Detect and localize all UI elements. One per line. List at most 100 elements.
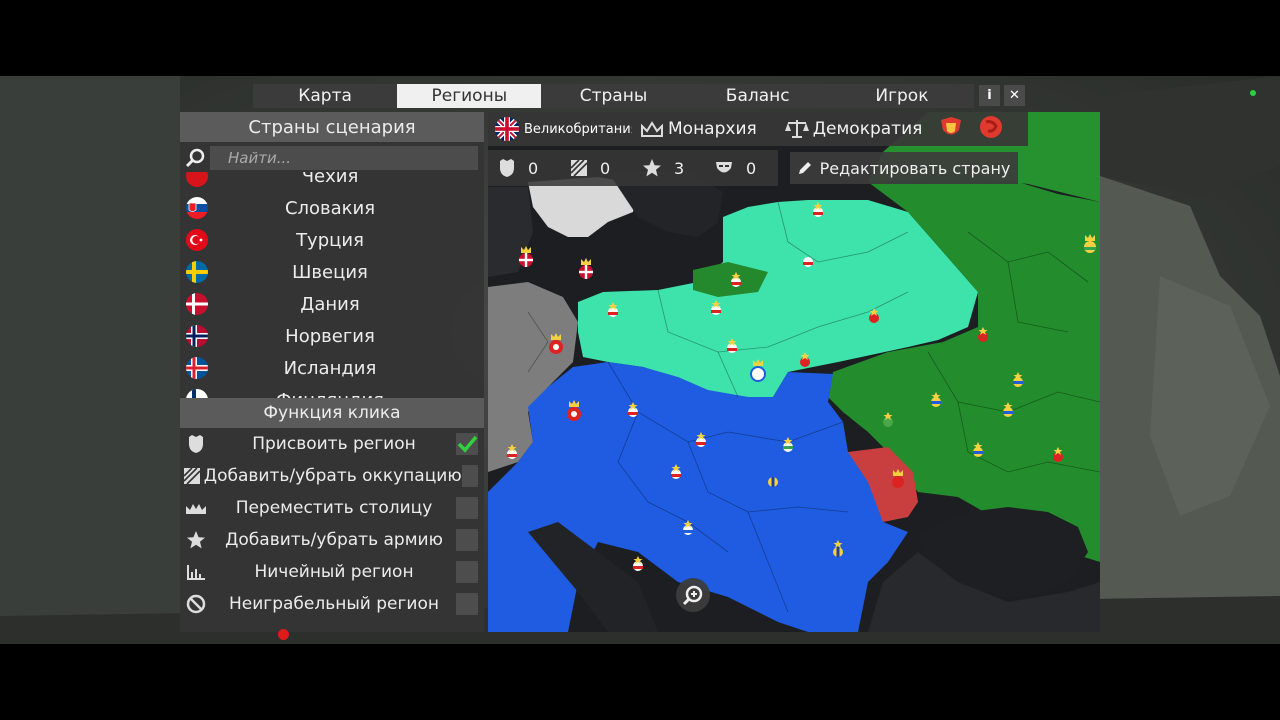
tr-flag-icon	[186, 229, 208, 251]
star-icon	[180, 530, 212, 550]
func-neutral-region[interactable]: Ничейный регион	[180, 556, 484, 588]
country-name: Норвегия	[285, 325, 375, 347]
stat-value: 3	[674, 158, 685, 178]
leader-icon[interactable]	[938, 114, 964, 144]
is-flag-icon	[186, 357, 208, 379]
occupation-icon	[570, 159, 588, 177]
stat-agents: 0	[704, 159, 776, 178]
zoom-button[interactable]	[676, 578, 710, 612]
country-name: Швеция	[292, 261, 368, 283]
shield-icon	[500, 159, 514, 177]
occupation-checkbox[interactable]	[461, 465, 478, 487]
country-name: Словакия	[284, 197, 376, 219]
army-checkbox[interactable]	[456, 529, 478, 551]
country-name: Дания	[300, 293, 360, 315]
capital-marker[interactable]	[519, 246, 533, 267]
func-move-capital[interactable]: Переместить столицу	[180, 492, 484, 524]
army-marker[interactable]	[768, 477, 778, 487]
crown-icon	[640, 120, 664, 138]
uk-flag-icon	[495, 117, 519, 141]
map-view[interactable]: Великобритания Монархия Демократия 0 0 3…	[488, 112, 1100, 632]
no-flag-icon	[186, 325, 208, 347]
window-controls: i ✕	[979, 85, 1025, 106]
scenario-panel: Страны сценария Чехия Словакия Турция	[180, 112, 484, 632]
touch-indicator	[278, 629, 289, 640]
occupation-icon	[180, 467, 204, 485]
neutral-icon	[180, 564, 212, 580]
country-name: Чехия	[301, 172, 359, 187]
capital-marker[interactable]	[750, 359, 766, 382]
crown-icon	[180, 501, 212, 515]
ideology-label: Демократия	[812, 119, 923, 139]
func-label: Переместить столицу	[235, 498, 433, 518]
stat-regions: 0	[488, 158, 560, 178]
ideology-type[interactable]: Демократия	[784, 119, 923, 139]
func-unplayable-region[interactable]: Неиграбельный регион	[180, 588, 484, 620]
pencil-icon	[798, 162, 811, 174]
check-icon	[457, 435, 478, 453]
government-label: Монархия	[668, 119, 757, 139]
tab-player[interactable]: Игрок	[830, 84, 974, 108]
capital-marker[interactable]	[549, 333, 563, 354]
search-row	[180, 144, 484, 172]
list-item[interactable]: Швеция	[180, 256, 480, 288]
func-label: Добавить/убрать армию	[225, 530, 443, 550]
fi-flag-icon	[186, 389, 208, 398]
forbidden-icon	[180, 594, 212, 614]
tab-countries[interactable]: Страны	[541, 84, 685, 108]
tab-balance[interactable]: Баланс	[686, 84, 830, 108]
capital-marker[interactable]	[567, 400, 581, 421]
sk-flag-icon	[186, 197, 208, 219]
unplayable-checkbox[interactable]	[456, 593, 478, 615]
stat-value: 0	[746, 158, 757, 178]
func-assign-region[interactable]: Присвоить регион	[180, 428, 484, 460]
search-icon	[180, 148, 210, 168]
list-item[interactable]: Дания	[180, 288, 480, 320]
se-flag-icon	[186, 261, 208, 283]
assign-region-checkbox[interactable]	[456, 433, 478, 455]
country-info-bar: Великобритания Монархия Демократия	[488, 112, 1028, 146]
europe-map[interactable]	[488, 112, 1100, 632]
country-list[interactable]: Чехия Словакия Турция Швеция Дания Норве…	[180, 172, 484, 398]
list-item[interactable]: Словакия	[180, 192, 480, 224]
click-function-title: Функция клика	[180, 398, 484, 428]
edit-country-button[interactable]: Редактировать страну	[790, 152, 1018, 184]
list-item[interactable]: Финляндия	[180, 384, 480, 398]
search-input[interactable]	[210, 146, 478, 170]
government-type[interactable]: Монархия	[640, 119, 757, 139]
mask-icon	[716, 162, 732, 173]
info-icon[interactable]: i	[979, 85, 1000, 106]
move-capital-checkbox[interactable]	[456, 497, 478, 519]
capital-marker[interactable]	[579, 258, 593, 279]
close-icon[interactable]: ✕	[1004, 85, 1025, 106]
list-item[interactable]: Исландия	[180, 352, 480, 384]
zoom-icon	[682, 585, 703, 606]
selected-country-name[interactable]: Великобритания	[524, 122, 632, 137]
army-marker[interactable]	[803, 257, 813, 267]
capital-marker[interactable]	[1084, 234, 1096, 253]
func-label: Неиграбельный регион	[229, 594, 439, 614]
stat-value: 0	[600, 158, 611, 178]
func-toggle-army[interactable]: Добавить/убрать армию	[180, 524, 484, 556]
stat-value: 0	[528, 158, 539, 178]
country-stats: 0 0 3 0	[488, 150, 778, 186]
game-screen: Карта Регионы Страны Баланс Игрок i ✕ Ст…	[0, 76, 1280, 644]
list-item[interactable]: Турция	[180, 224, 480, 256]
shield-icon	[180, 434, 212, 454]
country-name: Финляндия	[180, 390, 480, 399]
func-toggle-occupation[interactable]: Добавить/убрать оккупацию	[180, 460, 484, 492]
stat-occupations: 0	[560, 159, 632, 178]
func-label: Ничейный регион	[254, 562, 414, 582]
country-name: Исландия	[283, 357, 377, 379]
edit-country-label: Редактировать страну	[819, 158, 1011, 178]
neutral-checkbox[interactable]	[456, 561, 478, 583]
party-icon[interactable]	[978, 114, 1004, 144]
list-item[interactable]: Чехия	[180, 172, 480, 192]
star-icon	[643, 159, 661, 177]
func-label: Добавить/убрать оккупацию	[203, 466, 462, 486]
scales-icon	[784, 119, 809, 139]
tab-map[interactable]: Карта	[253, 84, 397, 108]
tab-regions[interactable]: Регионы	[397, 84, 542, 108]
capital-marker[interactable]	[892, 469, 904, 488]
list-item[interactable]: Норвегия	[180, 320, 480, 352]
